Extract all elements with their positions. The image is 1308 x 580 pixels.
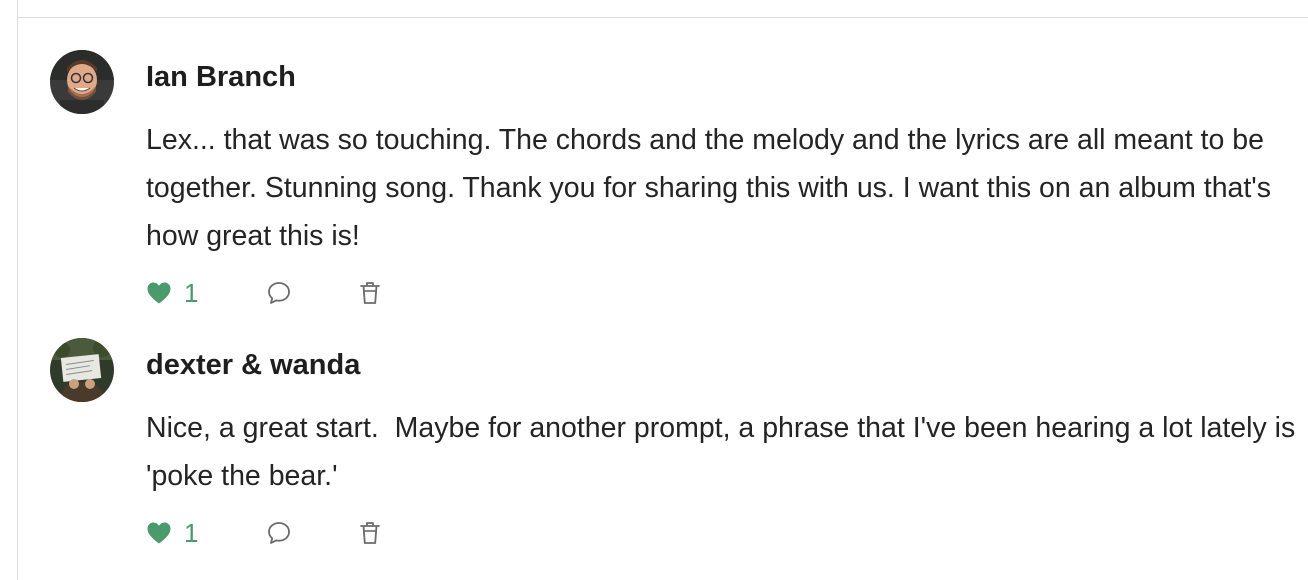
avatar[interactable]	[50, 338, 114, 402]
like-count: 1	[184, 278, 199, 308]
like-count: 1	[184, 518, 199, 548]
reply-button[interactable]	[266, 280, 358, 306]
delete-button[interactable]	[358, 520, 382, 546]
trash-icon	[360, 282, 380, 304]
comments-panel: Ian Branch Lex... that was so touching. …	[0, 0, 1308, 580]
top-divider	[17, 17, 1308, 18]
comment-author[interactable]: dexter & wanda	[146, 345, 360, 385]
comment-text: Nice, a great start. Maybe for another p…	[146, 412, 1304, 492]
delete-button[interactable]	[358, 280, 382, 306]
heart-icon	[147, 282, 171, 304]
reply-button[interactable]	[266, 520, 358, 546]
avatar[interactable]	[50, 50, 114, 114]
comment-bubble-icon	[268, 282, 290, 304]
heart-icon	[147, 522, 171, 544]
left-border	[17, 0, 18, 580]
like-button[interactable]: 1	[146, 277, 266, 309]
comment-actions: 1	[146, 517, 382, 549]
trash-icon	[360, 522, 380, 544]
comment-text: Lex... that was so touching. The chords …	[146, 124, 1271, 252]
like-button[interactable]: 1	[146, 517, 266, 549]
comment-bubble-icon	[268, 522, 290, 544]
comment-actions: 1	[146, 277, 382, 309]
comment-author[interactable]: Ian Branch	[146, 57, 296, 97]
